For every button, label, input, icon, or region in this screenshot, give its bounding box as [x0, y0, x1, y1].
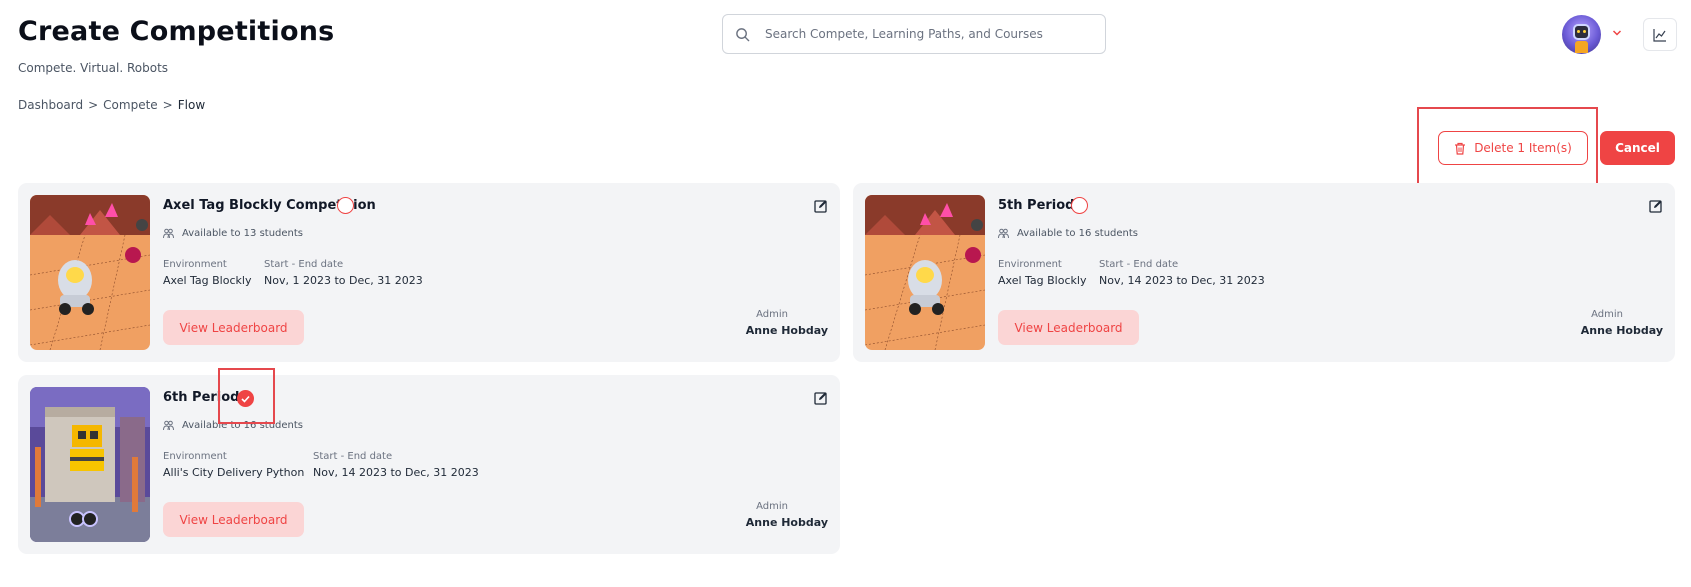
view-leaderboard-button[interactable]: View Leaderboard	[163, 502, 304, 537]
competition-card[interactable]: Axel Tag Blockly Competition Available t…	[18, 183, 840, 362]
breadcrumb-separator: >	[88, 98, 99, 112]
dates-value: Nov, 14 2023 to Dec, 31 2023	[1099, 274, 1265, 287]
page-subtitle: Compete. Virtual. Robots	[18, 61, 169, 75]
availability: Available to 13 students	[163, 228, 303, 239]
edit-icon[interactable]	[1649, 199, 1663, 213]
competition-card[interactable]: 5th Period Available to 16 students Envi…	[853, 183, 1675, 362]
delete-items-button[interactable]: Delete 1 Item(s)	[1438, 131, 1588, 165]
environment-value: Axel Tag Blockly	[998, 274, 1087, 287]
students-icon	[163, 228, 174, 239]
availability-text: Available to 13 students	[182, 228, 304, 239]
availability: Available to 16 students	[998, 228, 1138, 239]
page-title: Create Competitions	[18, 16, 335, 47]
competition-thumbnail	[865, 195, 985, 350]
admin-label: Admin	[756, 309, 788, 320]
students-icon	[998, 228, 1009, 239]
breadcrumb: Dashboard > Compete > Flow	[18, 98, 205, 112]
line-chart-icon	[1653, 28, 1666, 42]
breadcrumb-current: Flow	[177, 98, 206, 112]
search-icon	[736, 27, 750, 41]
admin-name: Anne Hobday	[745, 324, 828, 337]
dates-label: Start - End date	[1099, 259, 1179, 270]
select-radio[interactable]	[337, 197, 354, 214]
admin-label: Admin	[1591, 309, 1623, 320]
breadcrumb-separator: >	[162, 98, 173, 112]
environment-label: Environment	[998, 259, 1062, 270]
search-placeholder: Search Compete, Learning Paths, and Cour…	[765, 27, 1043, 41]
dates-value: Nov, 14 2023 to Dec, 31 2023	[313, 466, 479, 479]
availability-text: Available to 16 students	[1017, 228, 1139, 239]
search-input[interactable]: Search Compete, Learning Paths, and Cour…	[722, 14, 1106, 54]
cancel-button[interactable]: Cancel	[1600, 131, 1675, 165]
view-leaderboard-button[interactable]: View Leaderboard	[163, 310, 304, 345]
breadcrumb-dashboard[interactable]: Dashboard	[18, 98, 83, 112]
breadcrumb-compete[interactable]: Compete	[103, 98, 158, 112]
environment-value: Axel Tag Blockly	[163, 274, 252, 287]
analytics-button[interactable]	[1643, 18, 1677, 51]
environment-label: Environment	[163, 259, 227, 270]
admin-name: Anne Hobday	[745, 516, 828, 529]
view-leaderboard-button[interactable]: View Leaderboard	[998, 310, 1139, 345]
environment-value: Alli's City Delivery Python	[163, 466, 305, 479]
trash-icon	[1455, 142, 1466, 155]
selection-highlight-box	[218, 368, 275, 424]
admin-name: Anne Hobday	[1580, 324, 1663, 337]
admin-label: Admin	[756, 501, 788, 512]
competition-thumbnail	[30, 387, 150, 542]
edit-icon[interactable]	[814, 391, 828, 405]
students-icon	[163, 420, 174, 431]
competition-thumbnail	[30, 195, 150, 350]
dates-label: Start - End date	[313, 451, 393, 462]
competition-card[interactable]: 6th Period Available to 16 students Envi…	[18, 375, 840, 554]
competition-title: 5th Period	[998, 198, 1075, 213]
environment-label: Environment	[163, 451, 227, 462]
select-radio[interactable]	[1071, 197, 1088, 214]
delete-items-label: Delete 1 Item(s)	[1474, 141, 1572, 155]
page: Create Competitions Compete. Virtual. Ro…	[0, 0, 1691, 587]
chevron-down-icon[interactable]	[1612, 28, 1622, 38]
avatar[interactable]	[1562, 15, 1601, 54]
dates-value: Nov, 1 2023 to Dec, 31 2023	[264, 274, 423, 287]
edit-icon[interactable]	[814, 199, 828, 213]
dates-label: Start - End date	[264, 259, 344, 270]
